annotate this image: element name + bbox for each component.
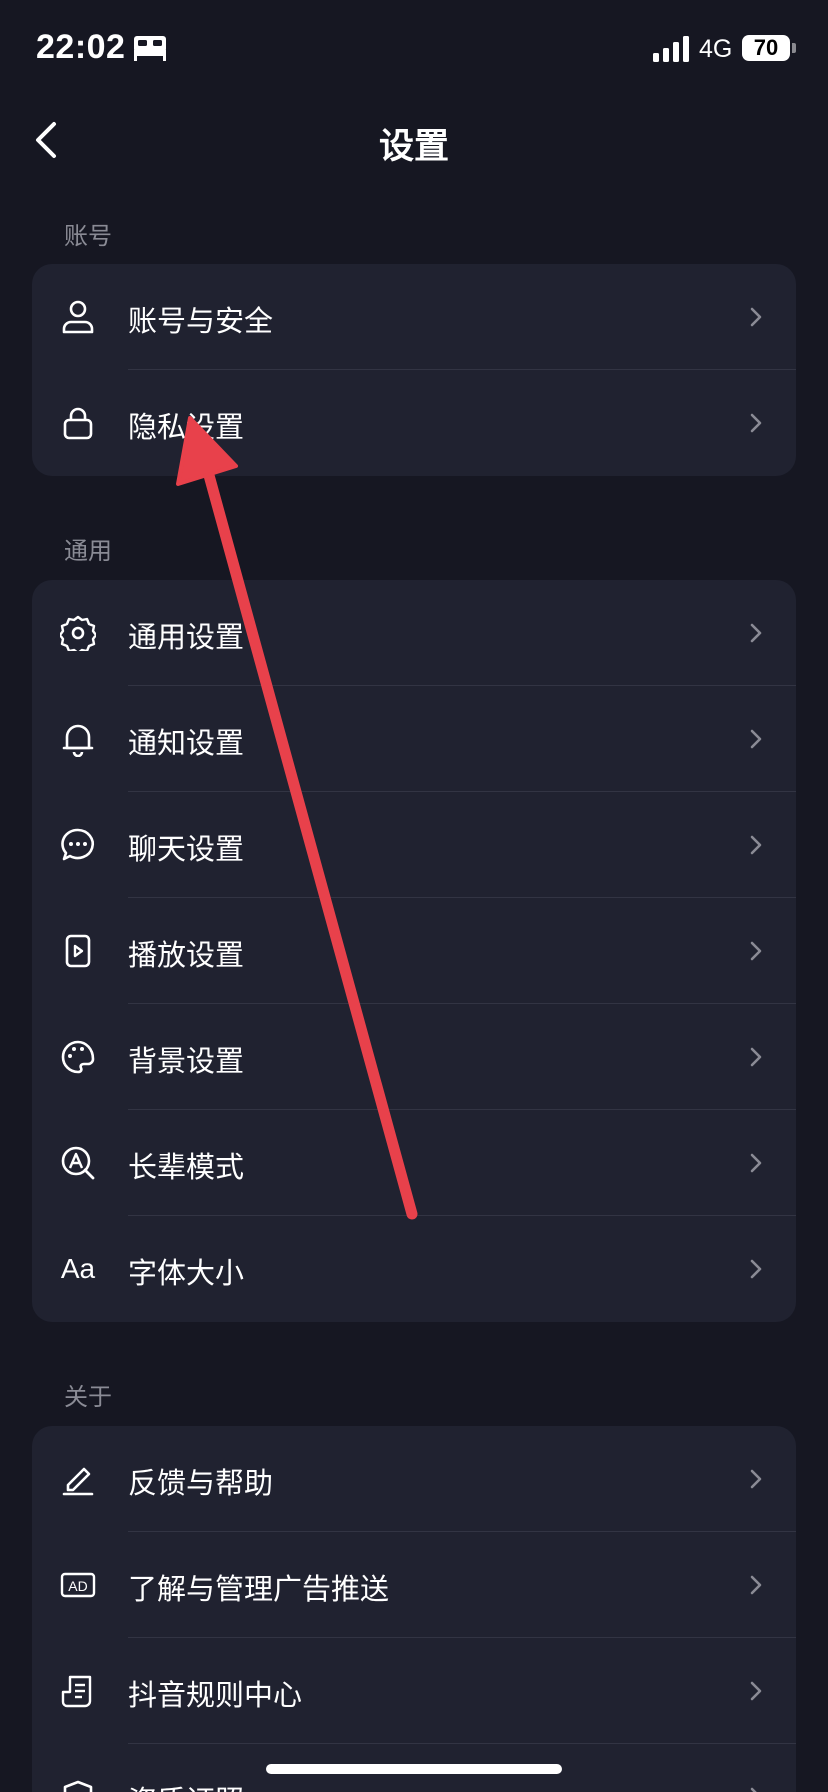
row-label: 背景设置 <box>128 1044 245 1078</box>
status-time: 22:02 <box>36 28 126 66</box>
battery-level: 70 <box>753 35 779 60</box>
bed-icon <box>134 36 166 61</box>
chevron-right-icon <box>750 729 762 749</box>
chevron-right-icon <box>750 1575 762 1595</box>
settings-row-playback[interactable]: 播放设置 <box>32 898 796 1004</box>
nav-bar: 设置 <box>0 100 828 180</box>
chevron-right-icon <box>750 413 762 433</box>
account-card: 账号与安全 隐私设置 <box>32 264 796 476</box>
edit-icon <box>60 1461 96 1497</box>
settings-row-privacy[interactable]: 隐私设置 <box>32 370 796 476</box>
font-size-icon: Aa <box>60 1251 96 1287</box>
user-icon <box>60 299 96 335</box>
rules-icon <box>60 1673 96 1709</box>
signal-icon <box>653 36 689 62</box>
chevron-right-icon <box>750 1153 762 1173</box>
chevron-right-icon <box>750 1259 762 1279</box>
battery-cap <box>792 43 796 53</box>
ad-icon: AD <box>60 1567 96 1603</box>
row-label: 播放设置 <box>128 938 245 972</box>
settings-row-font-size[interactable]: Aa 字体大小 <box>32 1216 796 1322</box>
settings-row-chat[interactable]: 聊天设置 <box>32 792 796 898</box>
chevron-right-icon <box>750 307 762 327</box>
settings-row-general[interactable]: 通用设置 <box>32 580 796 686</box>
general-card: 通用设置 通知设置 聊天设置 播放设置 背景设置 长辈模式 Aa 字体大小 <box>32 580 796 1322</box>
battery-icon: 70 <box>742 35 790 61</box>
chevron-right-icon <box>750 1047 762 1067</box>
about-card: 反馈与帮助 AD 了解与管理广告推送 抖音规则中心 资质证照 <box>32 1426 796 1792</box>
bell-icon <box>60 721 96 757</box>
row-label: 字体大小 <box>128 1256 245 1290</box>
chevron-right-icon <box>750 1787 757 1792</box>
section-header-general: 通用 <box>64 537 112 565</box>
section-header-account: 账号 <box>64 222 112 250</box>
chevron-right-icon <box>750 835 762 855</box>
row-label: 隐私设置 <box>128 410 245 444</box>
row-label: 长辈模式 <box>128 1150 245 1184</box>
settings-row-notification[interactable]: 通知设置 <box>32 686 796 792</box>
row-label: 通用设置 <box>128 620 245 654</box>
settings-row-ad-management[interactable]: AD 了解与管理广告推送 <box>32 1532 796 1638</box>
settings-row-rules-center[interactable]: 抖音规则中心 <box>32 1638 796 1744</box>
shield-icon <box>60 1779 96 1792</box>
section-header-about: 关于 <box>64 1383 112 1411</box>
chevron-right-icon <box>750 1681 762 1701</box>
page-title: 设置 <box>378 127 449 167</box>
ad-icon-text: AD <box>68 1578 87 1594</box>
home-indicator[interactable] <box>266 1764 562 1774</box>
lock-icon <box>60 405 96 441</box>
row-label: 聊天设置 <box>128 832 245 866</box>
chevron-right-icon <box>750 941 762 961</box>
gear-icon <box>60 615 96 651</box>
row-label: 反馈与帮助 <box>128 1466 274 1500</box>
chevron-right-icon <box>750 1469 762 1489</box>
row-label: 通知设置 <box>128 726 245 760</box>
row-label: 账号与安全 <box>128 304 274 338</box>
settings-row-elder-mode[interactable]: 长辈模式 <box>32 1110 796 1216</box>
settings-row-background[interactable]: 背景设置 <box>32 1004 796 1110</box>
settings-row-feedback[interactable]: 反馈与帮助 <box>32 1426 796 1532</box>
network-type: 4G <box>699 35 733 63</box>
chevron-right-icon <box>750 623 762 643</box>
palette-icon <box>60 1039 96 1075</box>
row-label: 了解与管理广告推送 <box>128 1572 390 1606</box>
font-size-icon-text: Aa <box>60 1253 96 1284</box>
settings-row-account-security[interactable]: 账号与安全 <box>32 264 796 370</box>
row-label: 资质证照 <box>128 1778 244 1792</box>
chat-icon <box>60 827 96 863</box>
status-bar: 22:02 4G 70 <box>0 0 828 100</box>
row-label: 抖音规则中心 <box>128 1678 303 1712</box>
elder-mode-icon <box>60 1145 96 1181</box>
play-icon <box>60 933 96 969</box>
